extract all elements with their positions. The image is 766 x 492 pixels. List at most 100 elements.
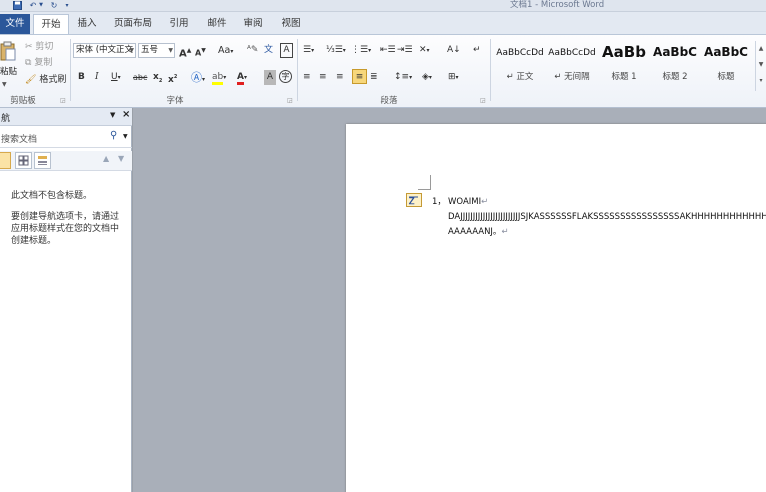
format-painter-button[interactable]: 🖌 格式刷 [25,73,66,88]
subscript-button[interactable]: x2 [153,70,162,85]
sort-button[interactable]: A↓ [447,43,461,58]
font-launcher-icon[interactable]: ◲ [287,97,294,104]
previous-result-icon[interactable]: ▲ [103,154,109,163]
change-case-button[interactable]: Aa▾ [218,43,233,58]
save-icon[interactable] [12,0,22,11]
tab-file[interactable]: 文件 [0,14,30,34]
font-size-combo[interactable]: 五号 ▼ [138,43,175,58]
list-paragraph-1[interactable]: 1， WOAIMI↵ [432,195,766,210]
tab-view[interactable]: 视图 [276,16,306,34]
multilevel-list-button[interactable]: ⋮☰▾ [351,43,371,58]
shrink-font-button[interactable]: A▼ [195,43,206,58]
align-center-icon: ≡ [319,72,327,82]
align-left-button[interactable]: ≡ [303,70,311,85]
bullets-button[interactable]: ☰▾ [303,43,314,58]
style-heading-2[interactable]: AaBbC 标题 2 [651,40,699,90]
nav-search-input[interactable]: 搜索文档 [1,132,37,145]
list-paragraph-2[interactable]: AAAAAANJ。↵ [448,225,766,240]
undo-icon[interactable]: ↶ [28,0,38,11]
ribbon-tabs: 文件 开始 插入 页面布局 引用 邮件 审阅 视图 [0,12,766,34]
document-body[interactable]: 1， WOAIMI↵ DAJJJJJJJJJJJJJJJJJJJJJJJJSJKA… [432,195,766,240]
tab-home[interactable]: 开始 [33,14,69,34]
tab-browse-headings[interactable] [0,152,11,169]
customize-quick-access-icon[interactable]: ▾ [64,0,70,11]
font-name-combo[interactable]: 宋体 (中文正文 ▼ [73,43,136,58]
style-name: 标题 2 [662,72,688,82]
tab-insert[interactable]: 插入 [72,16,102,34]
style-no-spacing[interactable]: AaBbCcDd ↵ 无间隔 [547,40,597,90]
pane-options-icon[interactable]: ▼ [110,111,115,119]
redo-icon[interactable]: ↻ [49,0,59,11]
copy-button[interactable]: ⧉ 复制 [25,56,52,71]
decrease-indent-icon: ⇤☰ [380,45,396,55]
clear-formatting-button[interactable]: ᴬ✎ [247,43,258,58]
style-heading-1[interactable]: AaBb 标题 1 [599,40,649,90]
align-center-button[interactable]: ≡ [319,70,327,85]
autocorrect-options-button[interactable]: Ꮓ [406,193,422,207]
italic-button[interactable]: I [95,70,99,85]
doc-line: AAAAAANJ。 [448,227,502,237]
numbering-icon: ⅓☰ [326,45,343,55]
styles-scroll[interactable]: ▲ ▼ ▾ [755,41,766,91]
ribbon: 粘贴 ▼ ✂ 剪切 ⧉ 复制 🖌 格式刷 剪贴板 ◲ 宋体 (中文正文 ▼ 五号… [0,34,766,108]
underline-button[interactable]: U▾ [111,70,121,85]
align-right-button[interactable]: ≡ [336,70,344,85]
paragraph-launcher-icon[interactable]: ◲ [480,97,487,104]
clipboard-launcher-icon[interactable]: ◲ [60,97,67,104]
close-icon[interactable]: × [122,109,130,120]
style-title[interactable]: AaBbC 标题 [701,40,751,90]
margin-corner-mark [430,175,431,189]
paragraph-mark-icon: ↵ [473,45,481,55]
enclose-characters-button[interactable]: 字 [279,70,292,83]
document-page[interactable]: Ꮓ 1， WOAIMI↵ DAJJJJJJJJJJJJJJJJJJJJJJJJSJ… [346,124,766,492]
cut-label: 剪切 [35,42,54,52]
undo-dropdown-icon[interactable]: ▼ [38,0,44,11]
tab-browse-results[interactable] [34,152,51,169]
tab-review[interactable]: 审阅 [238,16,268,34]
increase-indent-button[interactable]: ⇥☰ [397,43,413,58]
style-preview: AaBb [602,43,646,61]
chevron-down-icon[interactable]: ▼ [123,133,128,140]
next-result-icon[interactable]: ▼ [118,154,124,163]
shading-button[interactable]: ◈▾ [422,70,432,85]
character-shading-button[interactable]: A [264,70,276,85]
search-icon[interactable]: ⚲ [110,130,117,141]
style-preview: AaBbCcDd [496,48,544,58]
nav-help-message: 要创建导航选项卡，请通过应用标题样式在您的文档中创建标题。 [11,212,120,246]
change-case-icon: Aa [218,45,231,56]
tab-mailings[interactable]: 邮件 [202,16,232,34]
decrease-indent-button[interactable]: ⇤☰ [380,43,396,58]
style-normal[interactable]: AaBbCcDd ↵ 正文 [495,40,545,90]
underline-icon: U [111,72,118,82]
paste-button[interactable]: 粘贴 [0,41,18,79]
character-border-button[interactable]: A [280,43,293,58]
chinese-layout-button[interactable]: ✕▾ [419,43,430,58]
cut-button[interactable]: ✂ 剪切 [25,40,53,55]
style-preview: AaBbC [653,45,697,59]
style-name: ↵ 正文 [506,72,534,82]
show-hide-marks-button[interactable]: ↵ [473,43,481,58]
doc-line: DAJJJJJJJJJJJJJJJJJJJJJJJJSJKASSSSSSFLAK… [448,212,766,222]
phonetic-guide-button[interactable]: 文 [264,43,273,58]
font-color-button[interactable]: A▾ [237,70,247,85]
superscript-button[interactable]: x2 [168,70,177,85]
grow-font-button[interactable]: A▲ [179,43,191,59]
numbering-button[interactable]: ⅓☰▾ [326,43,346,58]
nav-view-tabs: ▲ ▼ [0,151,132,171]
tab-page-layout[interactable]: 页面布局 [110,16,156,34]
bold-button[interactable]: B [78,70,85,85]
strikethrough-button[interactable]: abc [133,70,147,85]
distributed-button[interactable]: ≣ [370,70,378,85]
tab-references[interactable]: 引用 [164,16,194,34]
text-effects-icon: Ⓐ [191,71,202,84]
text-effects-button[interactable]: Ⓐ▾ [191,70,205,85]
tab-browse-pages[interactable] [15,152,32,169]
justify-button[interactable]: ≡ [352,69,367,84]
borders-button[interactable]: ⊞▾ [448,70,459,85]
title-bar: ↶ ▼ ↻ ▾ 文档1 - Microsoft Word [0,0,766,12]
line-spacing-button[interactable]: ↕≡▾ [394,70,412,85]
nav-search-box[interactable]: 搜索文档 ⚲ ▼ [0,128,132,148]
paste-dropdown-icon[interactable]: ▼ [2,81,7,88]
margin-corner-mark [418,189,431,190]
highlight-button[interactable]: ab▾ [212,70,226,85]
